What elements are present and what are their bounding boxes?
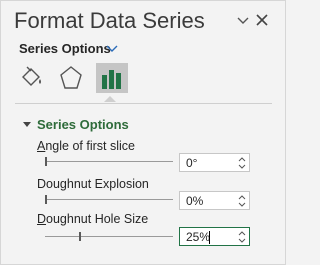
angle-value: 0° bbox=[186, 156, 198, 170]
angle-slider-track[interactable] bbox=[45, 161, 173, 162]
chevron-down-icon[interactable] bbox=[237, 14, 249, 28]
hole-size-slider-thumb[interactable] bbox=[79, 232, 81, 241]
series-options-icon bbox=[102, 70, 121, 89]
angle-slider-thumb[interactable] bbox=[45, 157, 47, 166]
tab-effects[interactable] bbox=[56, 63, 86, 93]
close-icon[interactable] bbox=[256, 13, 268, 27]
chevron-down-icon[interactable] bbox=[106, 43, 118, 55]
explosion-value: 0% bbox=[186, 194, 204, 208]
effects-icon bbox=[60, 66, 82, 89]
explosion-slider-track[interactable] bbox=[45, 199, 173, 200]
doughnut-explosion-label: Doughnut Explosion bbox=[37, 177, 149, 191]
hole-size-spin-input[interactable]: 25% bbox=[179, 227, 250, 246]
explosion-spin-input[interactable]: 0% bbox=[179, 191, 250, 210]
spin-arrows-icon[interactable] bbox=[238, 193, 246, 209]
explosion-slider-thumb[interactable] bbox=[45, 195, 47, 204]
fill-line-icon bbox=[22, 66, 41, 86]
tab-fill-line[interactable] bbox=[17, 63, 47, 93]
series-options-dropdown-label: Series Options bbox=[19, 41, 111, 56]
tab-series-options[interactable] bbox=[96, 63, 128, 93]
hole-size-value: 25% bbox=[186, 230, 211, 244]
accelerator-char: D bbox=[37, 212, 47, 226]
hole-size-slider-track[interactable] bbox=[45, 236, 173, 237]
label-rest: ngle of first slice bbox=[45, 139, 135, 153]
section-series-options[interactable]: Series Options bbox=[37, 117, 129, 132]
angle-first-slice-label: Angle of first slice bbox=[37, 139, 135, 153]
pane-title: Format Data Series bbox=[14, 8, 205, 33]
divider bbox=[15, 103, 272, 104]
spin-arrows-icon[interactable] bbox=[238, 229, 246, 245]
selected-tab-pointer bbox=[104, 96, 116, 102]
format-data-series-pane: Format Data Series Series Options Series… bbox=[0, 0, 286, 265]
doughnut-hole-size-label: Doughnut Hole Size bbox=[37, 212, 148, 226]
label-rest: Doughnut Explosion bbox=[37, 177, 149, 191]
collapse-triangle-icon[interactable] bbox=[23, 122, 31, 127]
text-caret bbox=[209, 231, 210, 244]
angle-spin-input[interactable]: 0° bbox=[179, 153, 250, 172]
label-rest: oughnut Hole Size bbox=[46, 212, 149, 226]
spin-arrows-icon[interactable] bbox=[238, 155, 246, 171]
series-options-dropdown[interactable]: Series Options bbox=[19, 41, 111, 56]
